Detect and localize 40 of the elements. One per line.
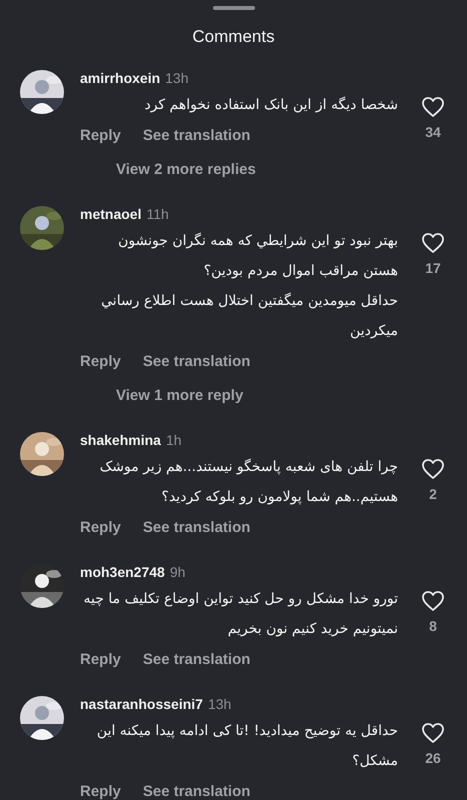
like-count: 2: [429, 486, 437, 502]
comment-text: حداقل میومدین میگفتین اختلال هست اطلاع رساني میکردین: [100, 292, 398, 341]
translation-link[interactable]: See translation: [142, 352, 250, 370]
timestamp: 13h: [208, 696, 232, 712]
heart-icon[interactable]: [421, 96, 445, 118]
timestamp: 13h: [165, 70, 188, 86]
like-count: 8: [429, 618, 437, 634]
like-count: 26: [425, 750, 441, 766]
translation-link[interactable]: See translation: [142, 126, 250, 144]
comment-text: چرا تلفن های شعبه پاسخگو نیستند...هم زیر موشک هستیم..هم شما پولامون رو بلوکه کردید؟: [98, 458, 398, 507]
reply-link[interactable]: Reply: [80, 650, 121, 668]
like-count: 34: [425, 124, 441, 140]
comment-text: تورو خدا مشکل رو حل کنید تواین اوضاع تکلیف ما چیه نمیتونیم خرید کنیم نون بخریم: [82, 590, 398, 639]
translation-link[interactable]: See translation: [142, 782, 250, 800]
username[interactable]: moh3en2748: [80, 564, 165, 580]
comment-text: بهتر نبود تو این شرايطي که همه نگران جونشون هستن مراقب اموال مردم بودین؟: [117, 232, 398, 281]
timestamp: 9h: [170, 564, 186, 580]
drag-handle[interactable]: [212, 6, 254, 10]
heart-icon[interactable]: [421, 722, 445, 744]
reply-link[interactable]: Reply: [80, 352, 121, 370]
heart-icon[interactable]: [421, 232, 445, 254]
like-count: 17: [425, 260, 441, 276]
view-replies-link[interactable]: View 2 more replies: [116, 156, 256, 182]
reply-link[interactable]: Reply: [80, 782, 121, 800]
heart-icon[interactable]: [421, 458, 445, 480]
username[interactable]: nastaranhosseini7: [80, 696, 203, 712]
timestamp: 11h: [146, 206, 169, 222]
username[interactable]: metnaoel: [80, 206, 142, 222]
sheet-title: Comments: [192, 27, 275, 47]
translation-link[interactable]: See translation: [142, 650, 250, 668]
username[interactable]: amirrhoxein: [80, 70, 160, 86]
comment-text: حداقل یه توضیح میدادید! !تا کی ادامه پیدا میکنه این مشکل؟: [96, 722, 398, 771]
view-replies-link[interactable]: View 1 more reply: [116, 382, 244, 408]
username[interactable]: shakehmina: [80, 432, 161, 448]
reply-link[interactable]: Reply: [80, 126, 121, 144]
heart-icon[interactable]: [421, 590, 445, 612]
translation-link[interactable]: See translation: [142, 518, 250, 536]
reply-link[interactable]: Reply: [80, 518, 121, 536]
comment-text: شخصا دیگه از این بانک استفاده نخواهم کرد: [143, 96, 398, 115]
timestamp: 1h: [166, 432, 182, 448]
